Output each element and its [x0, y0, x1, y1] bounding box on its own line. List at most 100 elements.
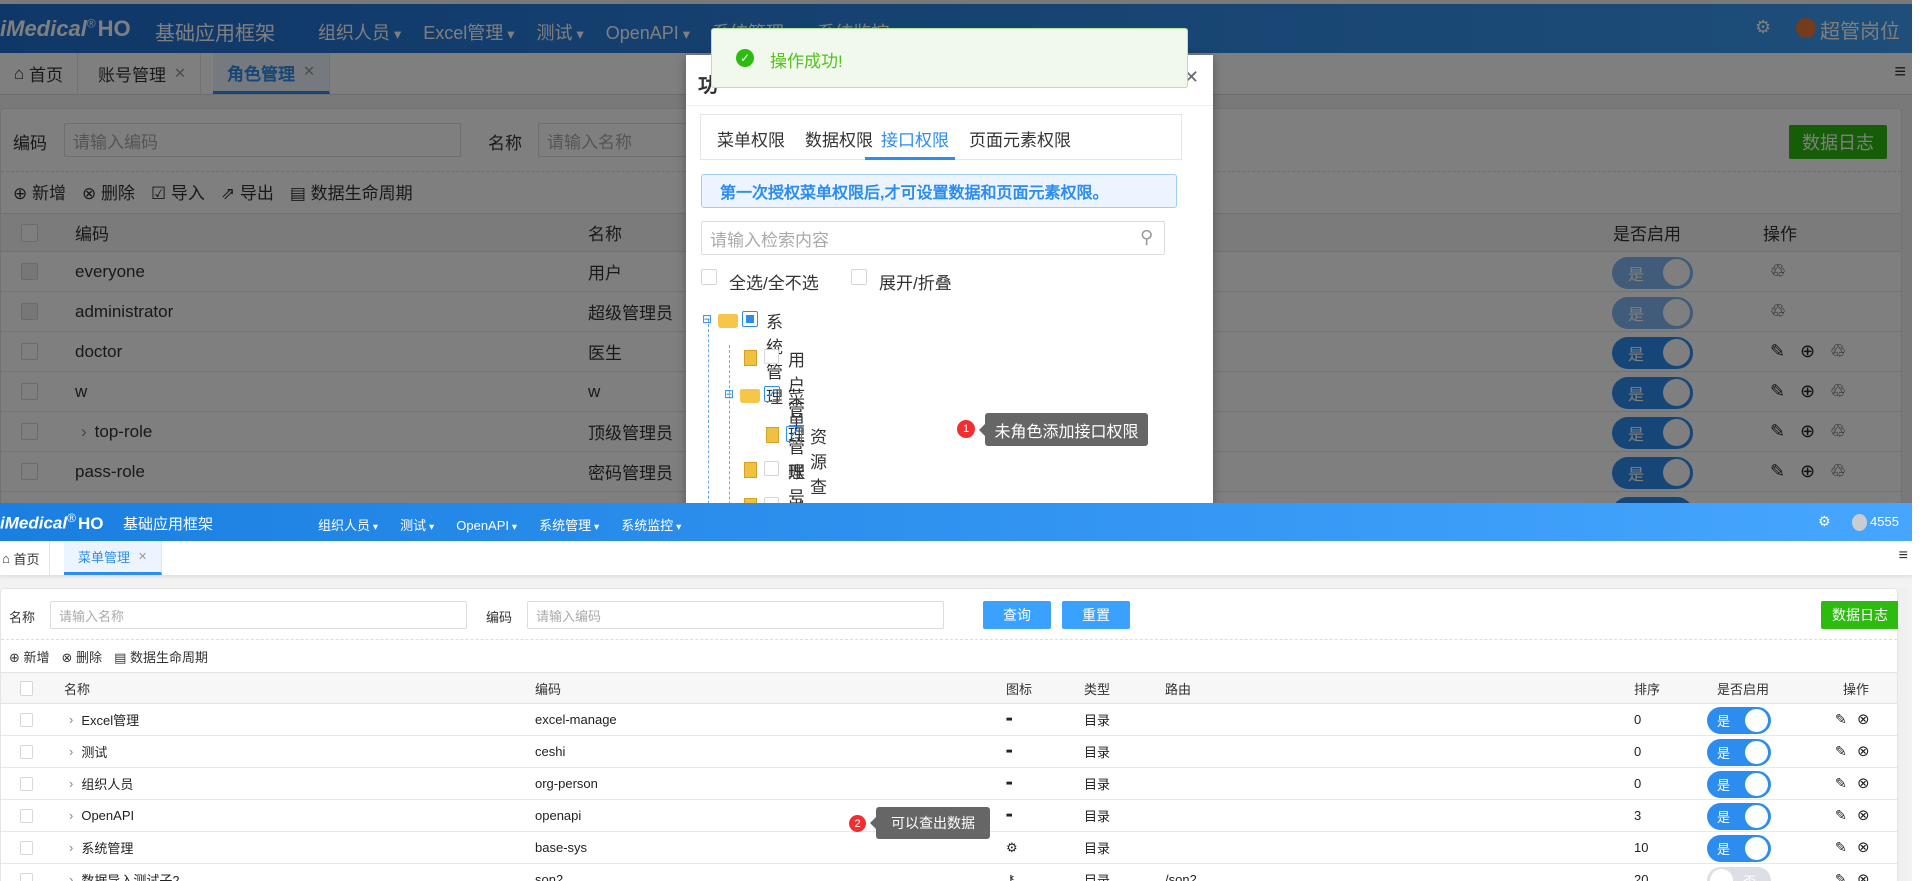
menu-item[interactable]: 组织人员	[318, 518, 378, 533]
type-cell: 目录	[1084, 777, 1111, 792]
tree-checkbox[interactable]: ✓	[786, 426, 802, 442]
code-cell: son2	[535, 872, 564, 881]
tree-search-input[interactable]: 请输入检索内容	[701, 221, 1165, 255]
menu-item[interactable]: OpenAPI	[456, 518, 517, 533]
tab-menu[interactable]: 菜单管理 ✕	[64, 541, 163, 575]
add-button[interactable]: ⊕ 新增	[9, 647, 50, 666]
delete-icon[interactable]: ⊗	[1857, 774, 1870, 792]
tab-home[interactable]: ⌂ 首页	[0, 541, 51, 575]
user-name[interactable]: 4555	[1870, 514, 1899, 529]
collapse-icon[interactable]: ⊟	[702, 312, 712, 326]
table-row[interactable]: › 测试 ceshi ■■ 目录 0 是 ✎ ⊗	[1, 736, 1897, 768]
menu-item[interactable]: 测试	[400, 518, 434, 533]
expand-checkbox[interactable]	[851, 269, 867, 285]
name-label: 名称	[9, 610, 36, 625]
delete-icon[interactable]: ⊗	[1857, 742, 1870, 760]
select-all-checkbox[interactable]	[20, 681, 33, 696]
toggle-label: 是	[1717, 810, 1731, 825]
enabled-toggle[interactable]: 是	[1707, 707, 1771, 734]
row-checkbox[interactable]	[20, 777, 33, 791]
row-checkbox[interactable]	[20, 841, 33, 855]
edit-icon[interactable]: ✎	[1835, 839, 1847, 856]
row-checkbox[interactable]	[20, 713, 33, 727]
enabled-toggle[interactable]: 否	[1707, 867, 1771, 881]
modal-tab[interactable]: 数据权限	[805, 126, 873, 151]
search-icon[interactable]: ⚲	[1140, 227, 1153, 248]
name: 组织人员	[81, 777, 134, 792]
menu-icon[interactable]: ≡	[1899, 547, 1908, 565]
modal-tab[interactable]: 页面元素权限	[969, 126, 1071, 151]
enabled-toggle[interactable]: 是	[1707, 771, 1771, 798]
edit-icon[interactable]: ✎	[1835, 743, 1847, 760]
data-log-button[interactable]: 数据日志	[1821, 601, 1899, 629]
tree-checkbox[interactable]	[764, 461, 779, 476]
gear-icon[interactable]: ⚙	[1818, 513, 1831, 530]
chevron-right-icon[interactable]: ›	[69, 776, 73, 791]
chevron-right-icon[interactable]: ›	[69, 712, 73, 727]
code-cell: base-sys	[535, 840, 588, 855]
select-all-label: 全选/全不选	[729, 274, 819, 293]
edit-icon[interactable]: ✎	[1835, 711, 1847, 728]
sort-cell: 20	[1634, 872, 1649, 881]
type-cell: 目录	[1084, 713, 1111, 728]
table-header: 名称 编码 图标 类型 路由 排序 是否启用 操作	[1, 672, 1897, 704]
table-row[interactable]: › Excel管理 excel-manage ■■ 目录 0 是 ✎ ⊗	[1, 704, 1897, 736]
delete-icon[interactable]: ⊗	[1857, 870, 1870, 881]
close-icon[interactable]: ✕	[138, 550, 147, 563]
tree-checkbox[interactable]	[742, 311, 758, 327]
tree-checkbox[interactable]	[764, 349, 779, 364]
toast-message: 操作成功!	[770, 52, 843, 71]
edit-icon[interactable]: ✎	[1835, 775, 1847, 792]
enabled-toggle[interactable]: 是	[1707, 835, 1771, 862]
chevron-right-icon[interactable]: ›	[69, 872, 73, 881]
code-input[interactable]: 请输入编码	[527, 601, 944, 629]
reset-button[interactable]: 重置	[1062, 601, 1130, 629]
edit-icon[interactable]: ✎	[1835, 807, 1847, 824]
tree-node-label[interactable]: 资源查询接口权限	[810, 423, 827, 503]
col-ops: 操作	[1843, 681, 1870, 697]
select-all-checkbox[interactable]	[701, 269, 717, 285]
delete-icon[interactable]: ⊗	[1857, 838, 1870, 856]
label: 新增	[23, 650, 50, 665]
table-row[interactable]: › 组织人员 org-person ■■ 目录 0 是 ✎ ⊗	[1, 768, 1897, 800]
enabled-toggle[interactable]: 是	[1707, 803, 1771, 830]
menu-management-screen: iMedical®HO 基础应用框架 组织人员测试OpenAPI系统管理系统监控…	[0, 503, 1912, 881]
menu-item[interactable]: 系统管理	[539, 518, 599, 533]
delete-icon[interactable]: ⊗	[1857, 806, 1870, 824]
delete-button[interactable]: ⊗ 删除	[62, 647, 103, 666]
file-icon	[744, 350, 757, 366]
grid-icon: ■■	[1006, 812, 1012, 819]
gears-icon: ⚙	[1006, 839, 1018, 855]
table-row[interactable]: › 数据导入测试子2 son2 ⚷ 目录/son2 20 否 ✎ ⊗	[1, 864, 1897, 881]
modal-tab[interactable]: 菜单权限	[717, 126, 785, 151]
collapse-icon[interactable]: ⊟	[724, 387, 734, 401]
modal-tab[interactable]: 接口权限	[881, 126, 949, 151]
row-checkbox[interactable]	[20, 873, 33, 881]
tree-checkbox[interactable]: ✓	[764, 386, 780, 402]
lifecycle-button[interactable]: ▤ 数据生命周期	[114, 647, 208, 666]
name: 数据导入测试子2	[81, 873, 180, 881]
name: 测试	[81, 745, 108, 760]
avatar[interactable]	[1852, 514, 1867, 531]
tree-node-label[interactable]: 岗位角色	[788, 494, 805, 503]
col-enabled: 是否启用	[1717, 681, 1770, 697]
type-cell: 目录	[1084, 873, 1111, 881]
delete-icon[interactable]: ⊗	[1857, 710, 1870, 728]
menu-item[interactable]: 系统监控	[621, 518, 681, 533]
toggle-label: 是	[1717, 746, 1731, 761]
scrollbar[interactable]	[1898, 588, 1908, 881]
col-name: 名称	[64, 681, 91, 697]
name-input[interactable]: 请输入名称	[50, 601, 467, 629]
query-button[interactable]: 查询	[983, 601, 1051, 629]
chevron-right-icon[interactable]: ›	[69, 744, 73, 759]
col-route: 路由	[1165, 681, 1192, 697]
chevron-right-icon[interactable]: ›	[69, 808, 73, 823]
notice-alert: 第一次授权菜单权限后,才可设置数据和页面元素权限。	[701, 174, 1177, 208]
edit-icon[interactable]: ✎	[1835, 871, 1847, 881]
chevron-right-icon[interactable]: ›	[69, 840, 73, 855]
row-checkbox[interactable]	[20, 809, 33, 823]
expand-label: 展开/折叠	[879, 274, 952, 293]
row-checkbox[interactable]	[20, 745, 33, 759]
route-cell: /son2	[1165, 872, 1197, 881]
enabled-toggle[interactable]: 是	[1707, 739, 1771, 766]
